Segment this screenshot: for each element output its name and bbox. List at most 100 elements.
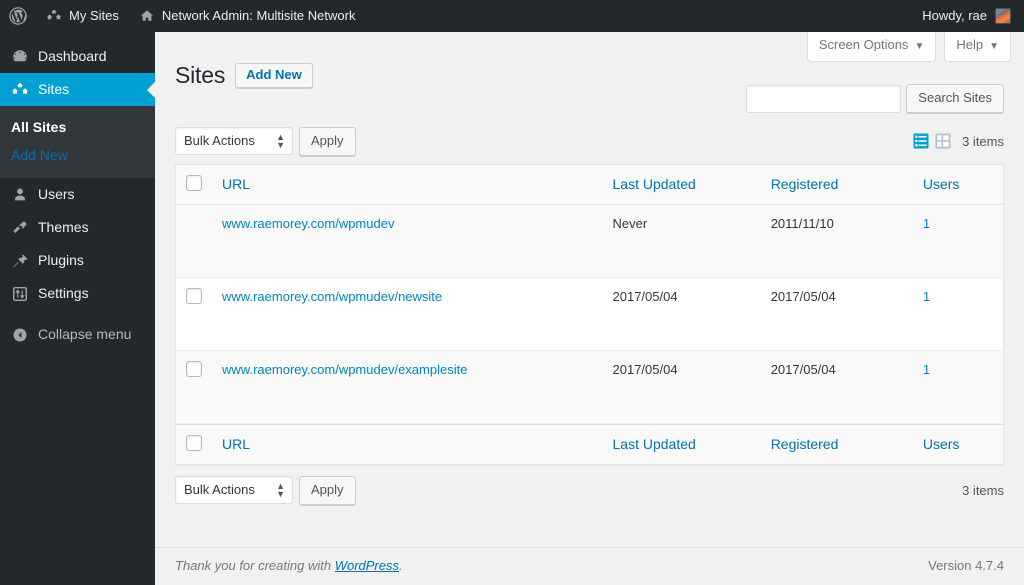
chevron-down-icon: ▼ (989, 41, 999, 52)
column-footer-last-updated[interactable]: Last Updated (602, 424, 761, 464)
row-registered-cell: 2017/05/04 (760, 351, 913, 424)
row-last-updated-cell: 2017/05/04 (602, 351, 761, 424)
row-url-cell: www.raemorey.com/wpmudev/newsite (212, 278, 603, 351)
site-url-link[interactable]: www.raemorey.com/wpmudev (222, 216, 394, 231)
column-header-users: Users (912, 165, 1003, 205)
table-row: www.raemorey.com/wpmudev/newsite 2017/05… (176, 278, 1003, 351)
page-title: Sites (175, 61, 226, 88)
row-registered-cell: 2017/05/04 (760, 278, 913, 351)
column-header-registered[interactable]: Registered (760, 165, 913, 205)
list-view-icon[interactable] (911, 131, 931, 151)
screen-options-label: Screen Options (818, 37, 909, 52)
excerpt-view-icon[interactable] (933, 131, 953, 151)
sidebar-item-settings[interactable]: Settings (0, 277, 155, 310)
sidebar-item-settings-label: Settings (38, 285, 89, 301)
sidebar-subitem-add-new[interactable]: Add New (0, 141, 155, 169)
bulk-actions-select-bottom[interactable]: Bulk Actions (175, 476, 293, 504)
sidebar-item-plugins[interactable]: Plugins (0, 244, 155, 277)
screen-options-button[interactable]: Screen Options ▼ (806, 32, 937, 62)
site-users-link[interactable]: 1 (923, 362, 930, 377)
sidebar-subitem-all-sites[interactable]: All Sites (0, 113, 155, 141)
apply-button-bottom[interactable]: Apply (299, 475, 356, 505)
sidebar-item-themes[interactable]: Themes (0, 211, 155, 244)
column-footer-users: Users (912, 424, 1003, 464)
wordpress-logo-menu[interactable] (0, 0, 36, 32)
search-sites-button[interactable]: Search Sites (906, 84, 1004, 113)
site-users-link[interactable]: 1 (923, 289, 930, 304)
tablenav-top: Bulk Actions ▲ ▼ Apply 3 items (175, 124, 1004, 158)
column-footer-url[interactable]: URL (212, 424, 603, 464)
multisite-icon (46, 8, 62, 24)
footer-thankyou-prefix: Thank you for creating with (175, 558, 335, 573)
sidebar-item-users-label: Users (38, 186, 75, 202)
sidebar-collapse-menu-label: Collapse menu (38, 326, 132, 342)
multisite-icon (11, 81, 29, 99)
site-users-link[interactable]: 1 (923, 216, 930, 231)
sidebar-item-dashboard[interactable]: Dashboard (0, 40, 155, 73)
sidebar-item-themes-label: Themes (38, 219, 89, 235)
page-wrap: Sites Add New Search Sites Bulk Actions … (155, 32, 1024, 507)
site-url-link[interactable]: www.raemorey.com/wpmudev/newsite (222, 289, 442, 304)
dashboard-icon (11, 48, 29, 66)
sidebar-item-users[interactable]: Users (0, 178, 155, 211)
admin-sidebar-menu: Dashboard Sites All Sites Add New Users … (0, 32, 155, 585)
select-all-footer (176, 424, 213, 464)
sites-table-head: URL Last Updated Registered Users (176, 165, 1003, 205)
tablenav-bottom: Bulk Actions ▲ ▼ Apply 3 items (175, 473, 1004, 507)
row-url-cell: www.raemorey.com/wpmudev/examplesite (212, 351, 603, 424)
site-url-link[interactable]: www.raemorey.com/wpmudev/examplesite (222, 362, 467, 377)
menu-bottom-spacer (0, 310, 155, 318)
wordpress-logo-icon (9, 7, 27, 25)
row-checkbox[interactable] (186, 288, 202, 304)
bulk-actions-select-wrap-bottom: Bulk Actions ▲ ▼ (175, 476, 293, 504)
sidebar-subitem-all-sites-label: All Sites (11, 119, 67, 135)
select-all-header (176, 165, 213, 205)
admin-bar-network-name[interactable]: Network Admin: Multisite Network (129, 0, 366, 32)
user-icon (11, 186, 29, 204)
sites-table-body: www.raemorey.com/wpmudev Never 2011/11/1… (176, 205, 1003, 424)
help-button[interactable]: Help ▼ (944, 32, 1011, 62)
admin-bar: My Sites Network Admin: Multisite Networ… (0, 0, 1024, 32)
plug-icon (11, 252, 29, 270)
row-users-cell: 1 (912, 278, 1003, 351)
bulk-actions-select-wrap: Bulk Actions ▲ ▼ (175, 127, 293, 155)
column-header-last-updated[interactable]: Last Updated (602, 165, 761, 205)
howdy-label: Howdy, rae (922, 8, 987, 23)
items-count-top: 3 items (962, 133, 1004, 149)
add-new-button[interactable]: Add New (235, 62, 313, 88)
admin-bar-my-sites-label: My Sites (69, 8, 119, 23)
footer-thankyou-suffix: . (399, 558, 403, 573)
row-users-cell: 1 (912, 351, 1003, 424)
sidebar-submenu-sites: All Sites Add New (0, 106, 155, 178)
view-switch (911, 131, 953, 151)
sidebar-item-dashboard-label: Dashboard (38, 48, 107, 64)
search-input[interactable] (746, 84, 902, 113)
wordpress-link[interactable]: WordPress (335, 558, 399, 573)
sliders-icon (11, 285, 29, 303)
screen-meta-links: Screen Options ▼ Help ▼ (806, 32, 1011, 62)
tablenav-bottom-right: 3 items (962, 483, 1004, 498)
select-all-checkbox-bottom[interactable] (186, 435, 202, 451)
items-count-bottom: 3 items (962, 482, 1004, 498)
row-url-cell: www.raemorey.com/wpmudev (212, 205, 603, 278)
sidebar-item-sites[interactable]: Sites (0, 73, 155, 106)
search-sites-form: Search Sites (746, 84, 1004, 113)
table-header-row: URL Last Updated Registered Users (176, 165, 1003, 205)
bulk-actions-select-top[interactable]: Bulk Actions (175, 127, 293, 155)
sites-table: URL Last Updated Registered Users www.ra… (175, 164, 1004, 465)
row-checkbox-cell (176, 205, 213, 278)
select-all-checkbox-top[interactable] (186, 175, 202, 191)
admin-bar-network-label: Network Admin: Multisite Network (161, 8, 356, 23)
sidebar-subitem-add-new-label: Add New (11, 147, 68, 163)
help-label: Help (956, 37, 984, 52)
column-header-url[interactable]: URL (212, 165, 603, 205)
column-footer-registered[interactable]: Registered (760, 424, 913, 464)
admin-bar-my-sites[interactable]: My Sites (36, 0, 129, 32)
sidebar-collapse-menu[interactable]: Collapse menu (0, 318, 155, 351)
table-row: www.raemorey.com/wpmudev Never 2011/11/1… (176, 205, 1003, 278)
footer-version: Version 4.7.4 (928, 558, 1004, 573)
apply-button-top[interactable]: Apply (299, 126, 356, 156)
row-checkbox[interactable] (186, 361, 202, 377)
sidebar-item-sites-label: Sites (38, 81, 70, 97)
admin-bar-account[interactable]: Howdy, rae (922, 0, 1024, 32)
